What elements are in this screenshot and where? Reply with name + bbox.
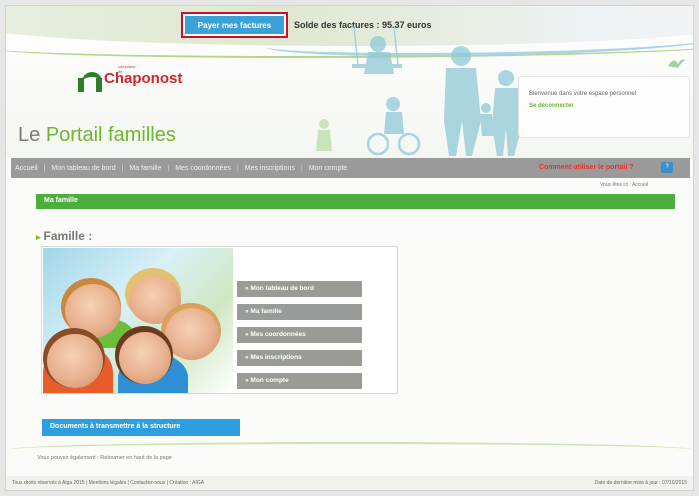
menu-inscriptions-button[interactable]: » Mes inscriptions [237,350,362,366]
breadcrumb: Vous êtes ici : Accueil [600,182,649,188]
section-header-ma-famille: Ma famille [36,194,675,209]
children-photo [43,248,233,393]
nav-separator: | [236,164,239,172]
menu-mon-compte-button[interactable]: » Mon compte [237,373,362,389]
main-nav: Accueil | Mon tableau de bord | Ma famil… [11,158,690,178]
footer: Tous droits réservés à Aiga 2015 | Menti… [6,476,693,490]
logo-name: Chaponost [104,70,183,87]
documents-button[interactable]: Documents à transmettre à la structure [42,419,240,436]
portal-title-main: Portail familles [45,124,176,146]
logout-link[interactable]: Se déconnecter [529,103,679,109]
help-link[interactable]: Comment utiliser le portail ? [539,164,634,171]
portal-title-prefix: Le [18,124,41,146]
logo-mark-icon [78,70,104,92]
last-update: Date de dernière mise à jour : 07/10/201… [594,480,687,486]
nav-item-accueil[interactable]: Accueil [15,165,38,172]
back-to-top-link[interactable]: Vous pouvez également : Retourner en hau… [37,455,172,461]
nav-separator: | [300,164,303,172]
portal-title: Le Portail familles [18,124,176,147]
nav-separator: | [121,164,124,172]
nav-item-coordonnees[interactable]: Mes coordonnées [175,165,231,172]
footer-links[interactable]: Tous droits réservés à Aiga 2015 | Menti… [12,480,204,486]
nav-separator: | [167,164,170,172]
famille-heading: ▸ Famille : [36,229,92,243]
nav-item-inscriptions[interactable]: Mes inscriptions [245,165,295,172]
welcome-box: Bienvenue dans votre espace personnel Se… [518,76,690,138]
menu-coordonnees-button[interactable]: » Mes coordonnées [237,327,362,343]
menu-tableau-de-bord-button[interactable]: » Mon tableau de bord [237,281,362,297]
page-frame: Payer mes factures Solde des factures : … [5,5,694,491]
bird-icon [668,59,685,68]
welcome-message: Bienvenue dans votre espace personnel [529,91,637,97]
pay-invoices-highlight: Payer mes factures [181,12,288,38]
nav-item-mon-compte[interactable]: Mon compte [309,165,348,172]
family-panel: » Mon tableau de bord » Ma famille » Mes… [41,246,398,394]
nav-item-tableau-de-bord[interactable]: Mon tableau de bord [51,165,115,172]
help-icon[interactable]: ? [661,162,673,173]
pay-invoices-button[interactable]: Payer mes factures [185,16,284,34]
nav-separator: | [43,164,46,172]
famille-heading-text: Famille : [43,229,93,243]
arrow-icon: ▸ [36,232,41,242]
header-banner: Payer mes factures Solde des factures : … [6,6,693,158]
nav-item-ma-famille[interactable]: Ma famille [129,165,161,172]
menu-ma-famille-button[interactable]: » Ma famille [237,304,362,320]
